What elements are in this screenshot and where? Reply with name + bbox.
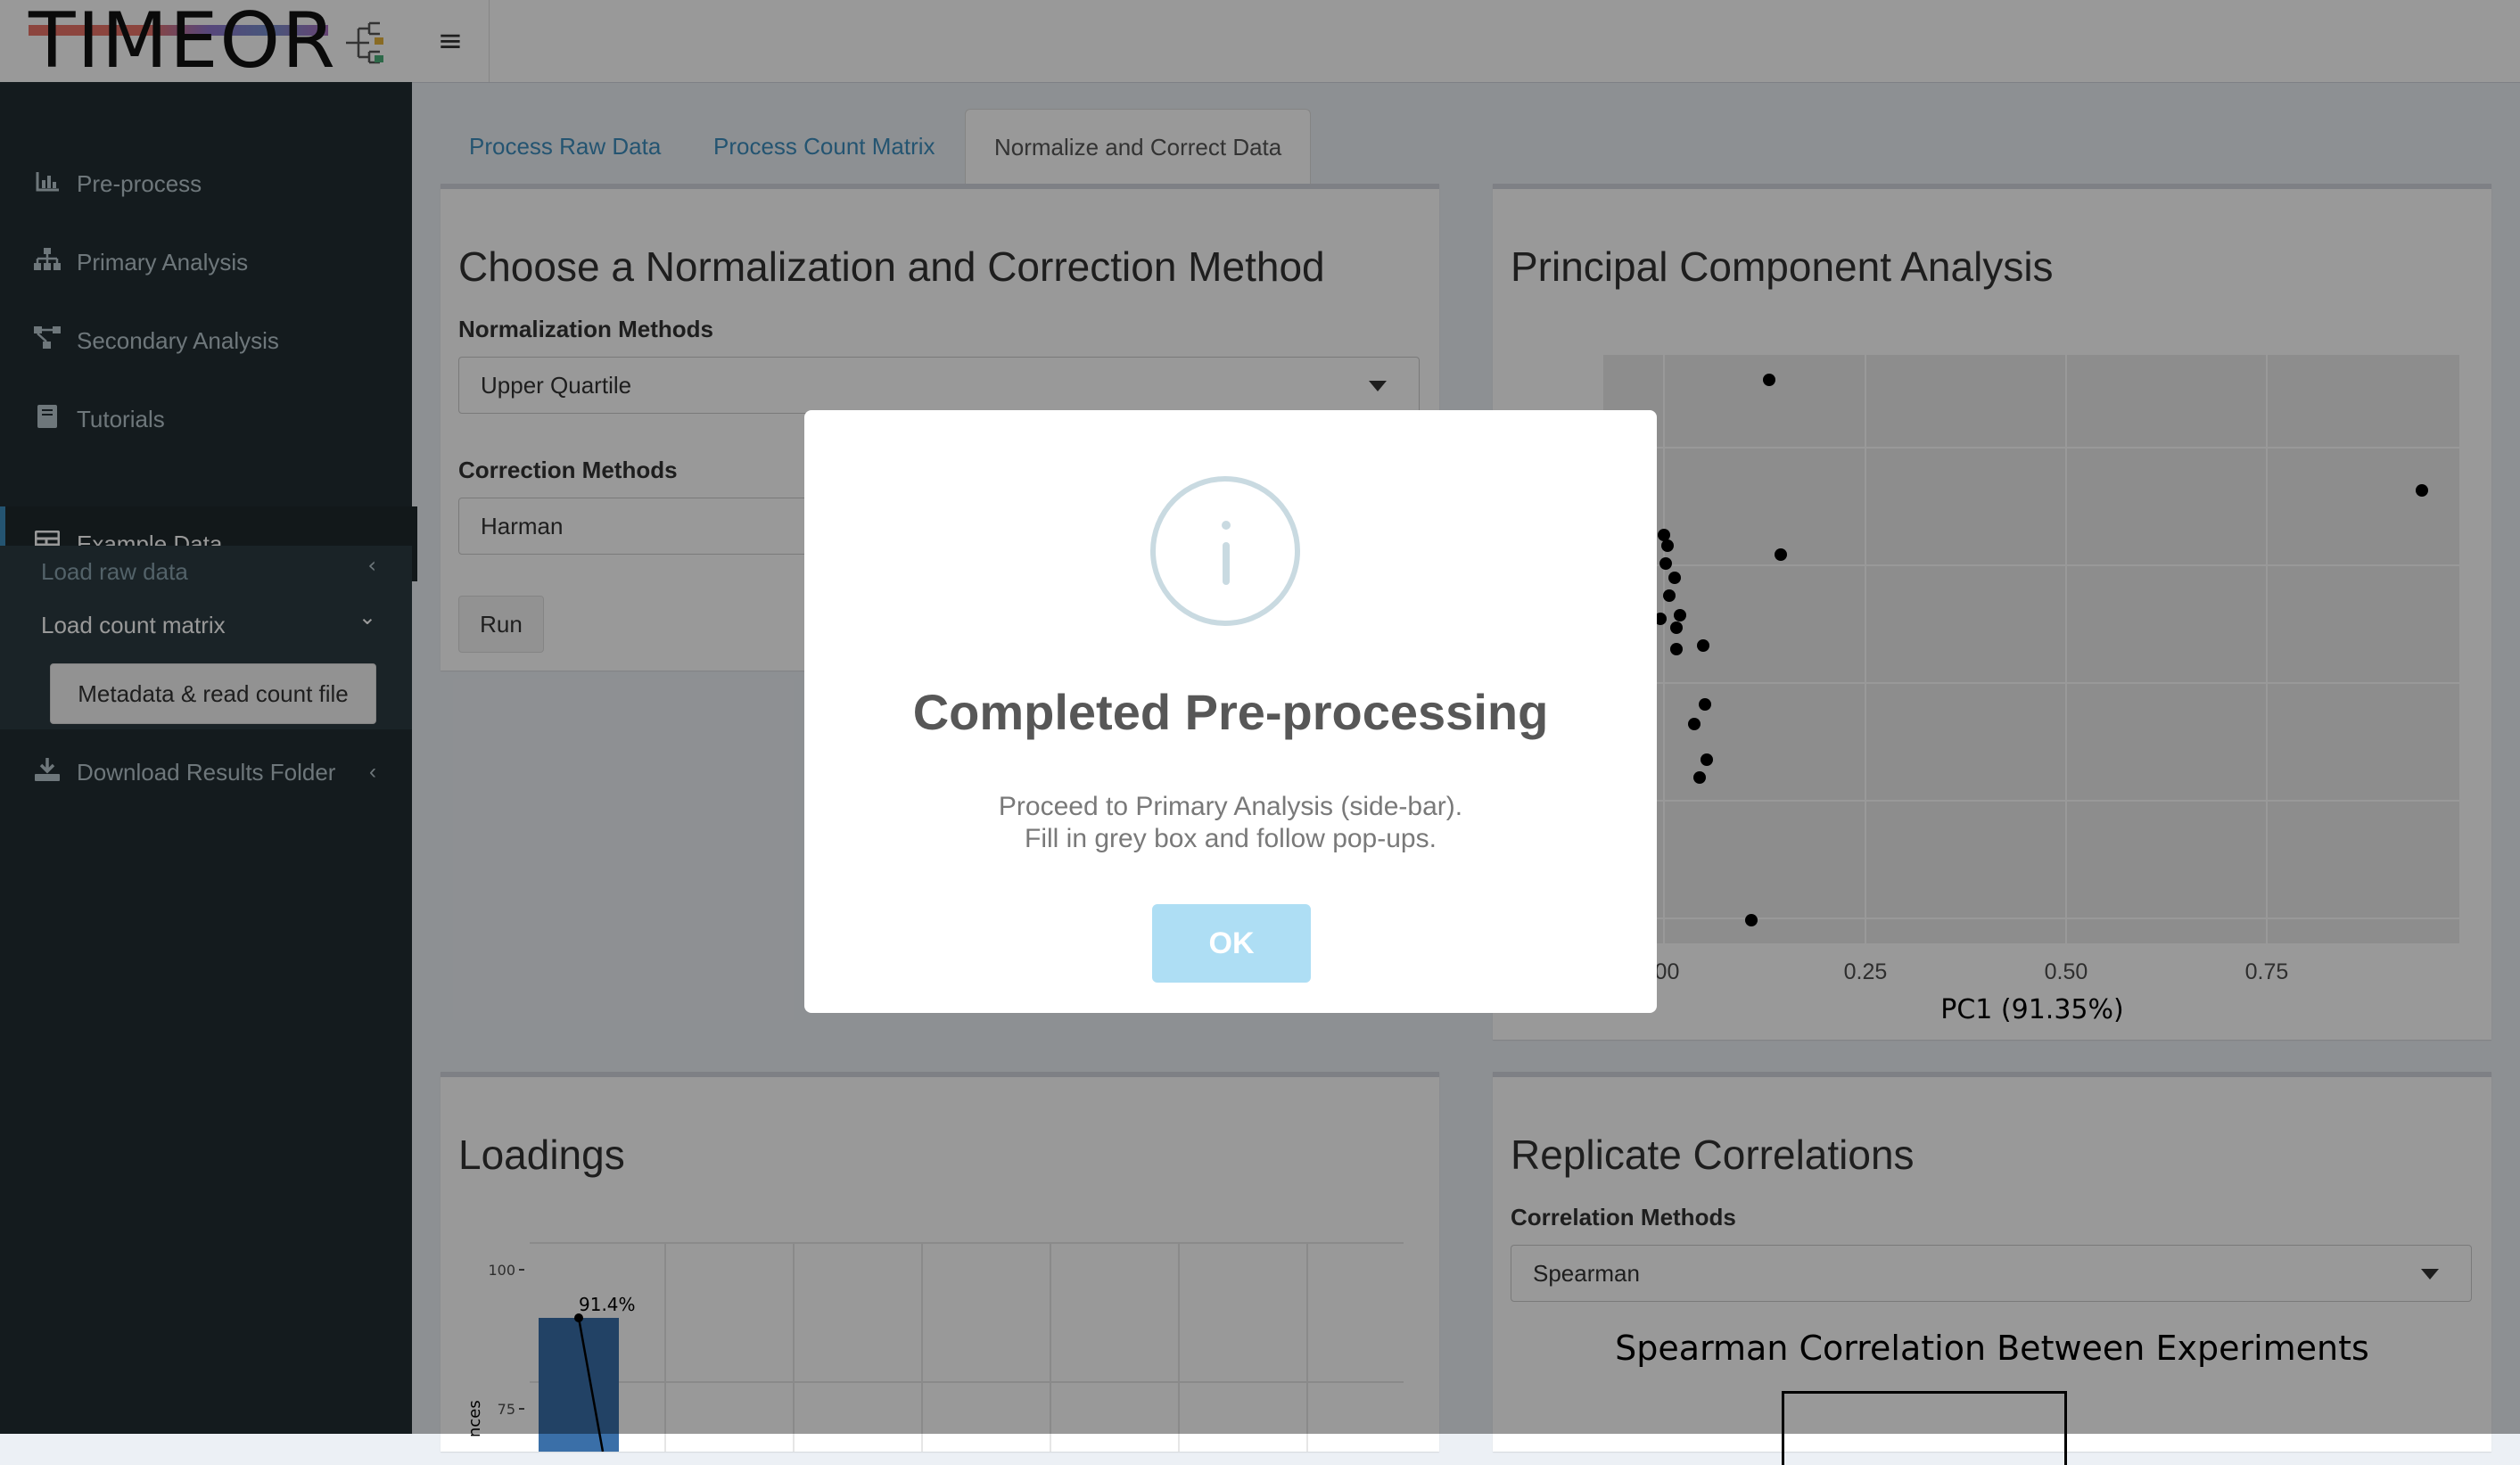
ok-button[interactable]: OK [1152, 904, 1311, 983]
completion-dialog: Completed Pre-processing Proceed to Prim… [804, 410, 1657, 1013]
info-icon [1150, 476, 1300, 626]
dialog-message-line2: Fill in grey box and follow pop-ups. [1025, 824, 1437, 853]
dialog-message-line1: Proceed to Primary Analysis (side-bar). [998, 792, 1463, 821]
app-page: TIMEOR ≡ Pre-process Primary Analysis Se… [0, 0, 2520, 1465]
dialog-title: Completed Pre-processing [912, 684, 1549, 740]
